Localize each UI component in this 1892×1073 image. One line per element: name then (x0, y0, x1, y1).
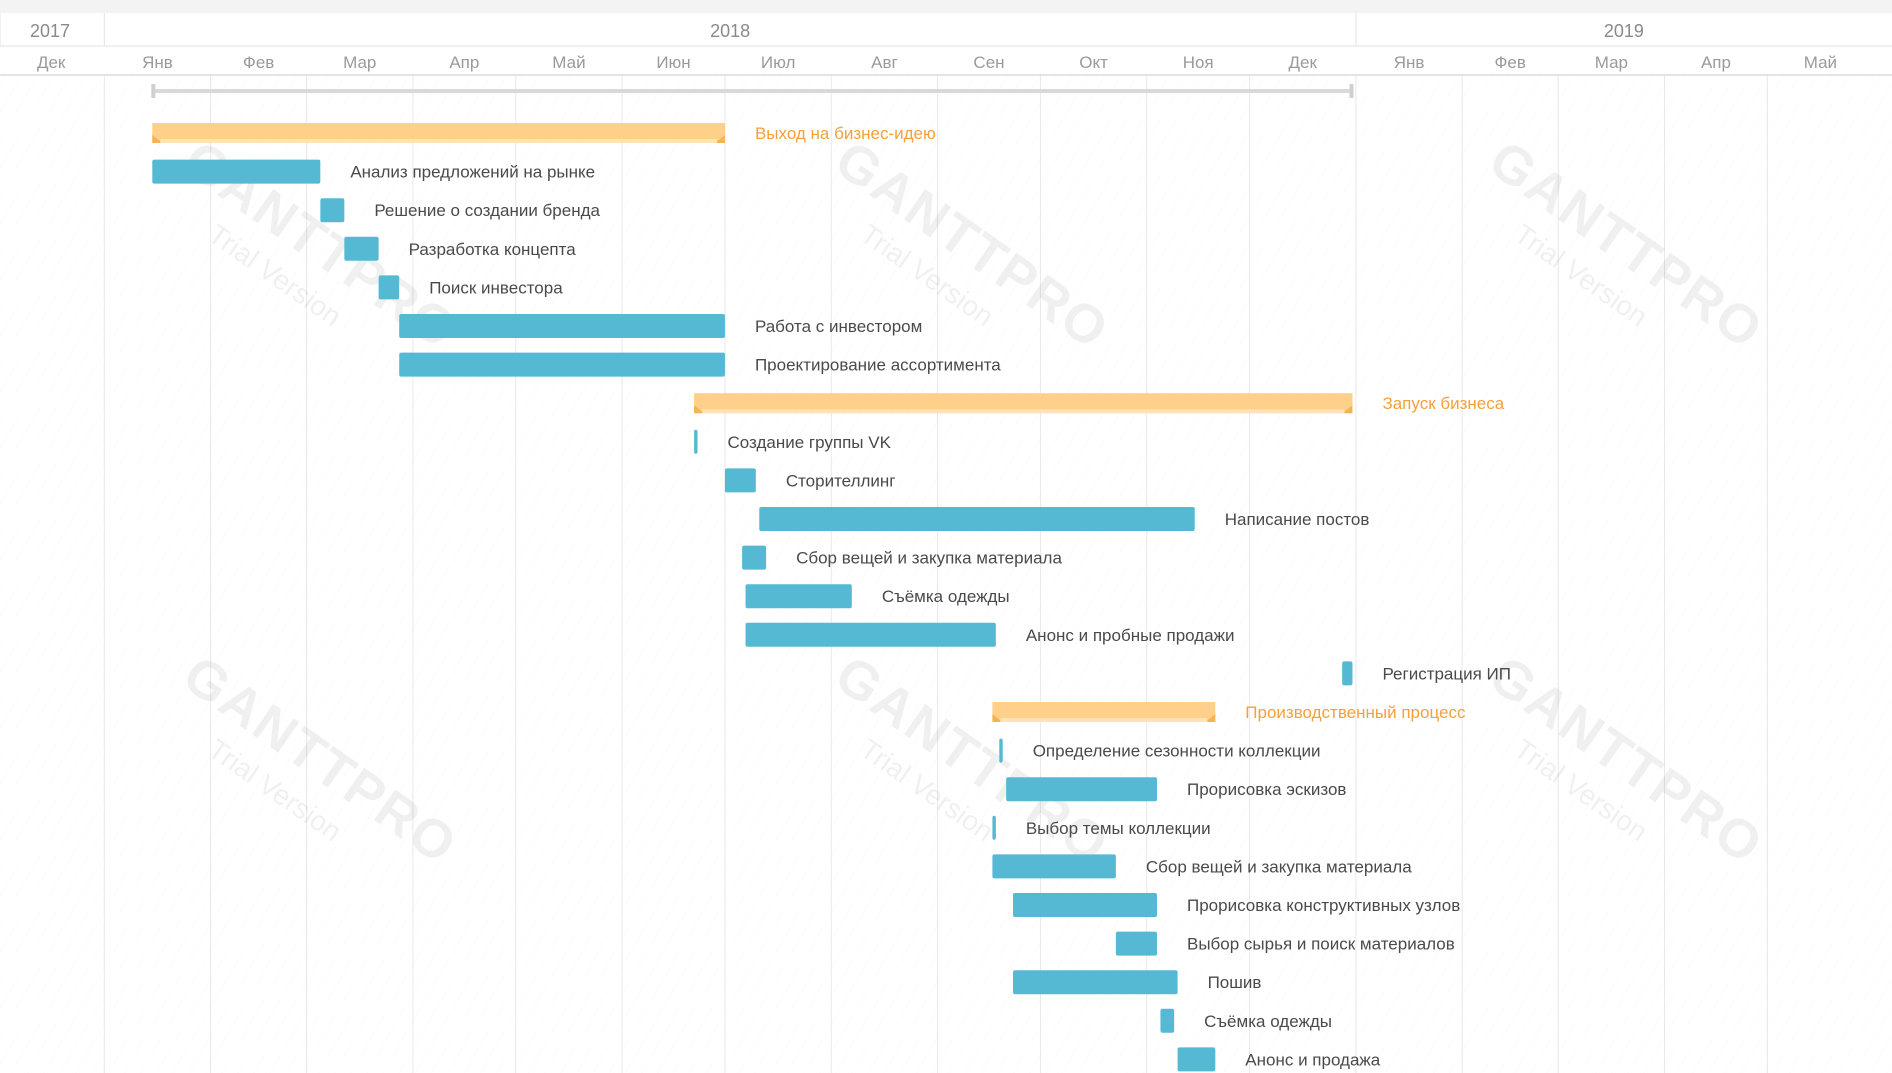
task-bar[interactable] (1006, 777, 1158, 802)
month-label: Янв (142, 53, 173, 72)
month-label: Май (1804, 53, 1837, 72)
task-label: Пошив (1208, 973, 1262, 992)
group-bar[interactable] (694, 393, 1353, 414)
group-bar-inner (1000, 718, 1208, 722)
task-label: Сбор вещей и закупка материала (1146, 857, 1412, 876)
month-label: Май (552, 53, 585, 72)
project-line-bar (152, 89, 1353, 93)
group-label: Запуск бизнеса (1382, 394, 1504, 413)
group-bar[interactable] (152, 123, 725, 143)
task-label: Сбор вещей и закупка материала (796, 549, 1062, 568)
gantt-chart: 2017 2018 2019 Дек Янв Фев Мар Апр Май Июн Июл Авг С… (0, 0, 1892, 1073)
task-bar[interactable] (152, 159, 321, 184)
task-bar[interactable] (759, 507, 1195, 531)
month-label: Янв (1394, 53, 1425, 72)
task-bar[interactable] (992, 854, 1116, 879)
task-bar[interactable] (745, 622, 996, 647)
task-bar[interactable] (742, 545, 767, 570)
task-bar[interactable] (1115, 931, 1158, 956)
task-label: Разработка концепта (409, 240, 577, 259)
task-label: Написание постов (1225, 510, 1370, 529)
year-label: 2018 (710, 21, 750, 41)
task-label: Анализ предложений на рынке (350, 163, 595, 182)
task-label: Выбор темы коллекции (1026, 819, 1211, 838)
task-bar[interactable] (694, 429, 698, 454)
month-label: Июл (761, 53, 796, 72)
year-label: 2019 (1604, 21, 1644, 41)
project-line-start-cap (151, 84, 156, 98)
task-label: Поиск инвестора (429, 278, 563, 297)
task-label: Выбор сырья и поиск материалов (1187, 935, 1455, 954)
task-bar[interactable] (1160, 1008, 1175, 1033)
task-label: Сторителлинг (786, 471, 896, 490)
month-label: Ноя (1183, 53, 1214, 72)
task-bar[interactable] (378, 275, 400, 300)
task-bar[interactable] (745, 584, 852, 609)
task-bar[interactable] (320, 198, 345, 223)
year-label: 2017 (30, 21, 70, 41)
month-label: Дек (1289, 53, 1318, 72)
month-label: Сен (973, 53, 1004, 72)
month-label: Дек (37, 53, 66, 72)
task-label: Регистрация ИП (1382, 664, 1511, 683)
group-label: Производственный процесс (1245, 703, 1466, 722)
task-bar[interactable] (1012, 893, 1158, 917)
month-label: Апр (449, 53, 479, 72)
header-top-strip (0, 0, 1892, 13)
task-bar[interactable] (1342, 661, 1353, 686)
task-bar[interactable] (1177, 1047, 1216, 1072)
project-line-end-cap (1349, 84, 1354, 98)
task-bar[interactable] (992, 815, 996, 840)
task-label: Определение сезонности коллекции (1033, 742, 1321, 761)
task-label: Съёмка одежды (1204, 1012, 1332, 1031)
month-label: Мар (1595, 53, 1628, 72)
task-label: Анонс и пробные продажи (1026, 626, 1235, 645)
task-bar[interactable] (399, 314, 725, 338)
month-label: Авг (871, 53, 898, 72)
month-label: Апр (1701, 53, 1731, 72)
task-bar[interactable] (724, 468, 756, 493)
task-label: Проектирование ассортимента (755, 356, 1001, 375)
group-bar-inner (702, 409, 1345, 414)
timeline-header: 2017 2018 2019 Дек Янв Фев Мар Апр Май Июн Июл Авг С… (0, 0, 1892, 76)
task-label: Решение о создании бренда (374, 201, 600, 220)
task-bar[interactable] (344, 236, 379, 261)
task-bar[interactable] (399, 352, 725, 377)
task-label: Создание группы VK (728, 433, 892, 452)
group-bar-inner (160, 139, 717, 143)
month-label: Окт (1079, 53, 1108, 72)
task-label: Работа с инвестором (755, 317, 922, 336)
task-bar[interactable] (1012, 970, 1178, 995)
month-label: Фев (1494, 53, 1525, 72)
task-label: Анонс и продажа (1245, 1050, 1380, 1069)
group-label: Выход на бизнес-идею (755, 124, 936, 143)
group-bar[interactable] (992, 702, 1216, 722)
month-label: Июн (656, 53, 690, 72)
task-label: Съёмка одежды (882, 587, 1010, 606)
task-label: Прорисовка конструктивных узлов (1187, 896, 1460, 915)
task-label: Прорисовка эскизов (1187, 780, 1346, 799)
task-bar[interactable] (999, 738, 1003, 763)
month-label: Мар (343, 53, 376, 72)
month-label: Фев (243, 53, 274, 72)
